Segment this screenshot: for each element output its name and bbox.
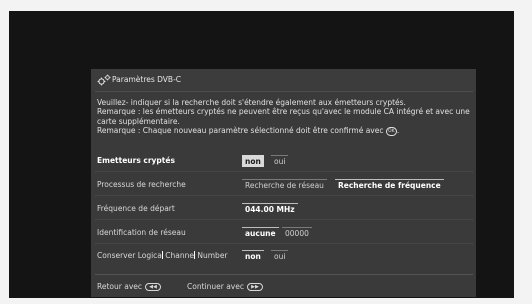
option-encrypted-no[interactable]: non [242, 155, 264, 167]
option-encrypted-yes[interactable]: oui [271, 155, 289, 167]
info-line-remark-ca: Remarque : les émetteurs cryptés ne peuv… [97, 107, 470, 126]
setting-label-lcn-part1: Conserver Logica [97, 251, 162, 260]
dialog-footer: Retour avec ◀◀ Continuer avec ▶▶ [91, 274, 476, 297]
info-line-remark-confirm: Remarque : Chaque nouveau paramètre séle… [97, 126, 400, 136]
option-lcn-no[interactable]: non [242, 250, 264, 262]
row-divider [95, 243, 473, 244]
continue-label: Continuer avec [187, 282, 244, 291]
setting-row-lcn[interactable]: Conserver Logica Channe Number non oui [91, 246, 476, 266]
dialog-title: Paramètres DVB-C [112, 75, 182, 84]
option-network-id-value[interactable]: 00000 [282, 227, 312, 239]
row-divider [95, 219, 473, 220]
setting-label-start-frequency: Fréquence de départ [97, 204, 175, 213]
tv-screen: Paramètres DVB-C Veuillez- indiquer si l… [9, 11, 514, 298]
footer-divider [95, 274, 473, 275]
option-lcn-yes[interactable]: oui [271, 250, 289, 262]
dvbc-settings-dialog: Paramètres DVB-C Veuillez- indiquer si l… [91, 69, 476, 297]
fast-forward-button-icon: ▶▶ [246, 283, 263, 291]
setting-label-search-process: Processus de recherche [97, 180, 186, 189]
setting-row-start-frequency[interactable]: Fréquence de départ 044.00 MHz [91, 199, 476, 219]
rewind-button-icon: ◀◀ [145, 283, 162, 291]
setting-label-network-id: Identification de réseau [97, 228, 186, 237]
setting-label-network-id-rest: dentification de réseau [99, 228, 186, 237]
option-network-id-none[interactable]: aucune [242, 227, 279, 239]
setting-label-lcn-part3: Number [195, 251, 228, 260]
option-network-search[interactable]: Recherche de réseau [242, 179, 327, 191]
start-frequency-value[interactable]: 044.00 MHz [242, 203, 298, 215]
setting-row-encrypted[interactable]: Emetteurs cryptés non oui [91, 151, 476, 171]
info-text: Veuillez- indiquer si la recherche doit … [97, 98, 473, 136]
setting-row-network-id[interactable]: Identification de réseau aucune 00000 [91, 223, 476, 243]
ok-button-icon: OK [385, 126, 397, 136]
continue-hint[interactable]: Continuer avec ▶▶ [187, 282, 263, 291]
dialog-header: Paramètres DVB-C [91, 69, 476, 91]
back-label: Retour avec [97, 282, 143, 291]
setting-label-lcn: Conserver Logica Channe Number [97, 251, 228, 260]
info-line-remark-confirm-text: Remarque : Chaque nouveau paramètre séle… [97, 126, 384, 136]
info-line-instruction: Veuillez- indiquer si la recherche doit … [97, 98, 406, 107]
setting-label-lcn-part2: Channe [162, 251, 194, 260]
setting-label-encrypted: Emetteurs cryptés [97, 156, 175, 165]
setting-row-search-process[interactable]: Processus de recherche Recherche de rése… [91, 175, 476, 195]
option-frequency-search[interactable]: Recherche de fréquence [335, 179, 444, 191]
back-hint[interactable]: Retour avec ◀◀ [97, 282, 162, 291]
header-divider [95, 91, 473, 92]
row-divider [95, 195, 473, 196]
row-divider [95, 171, 473, 172]
gear-icon [97, 74, 111, 86]
